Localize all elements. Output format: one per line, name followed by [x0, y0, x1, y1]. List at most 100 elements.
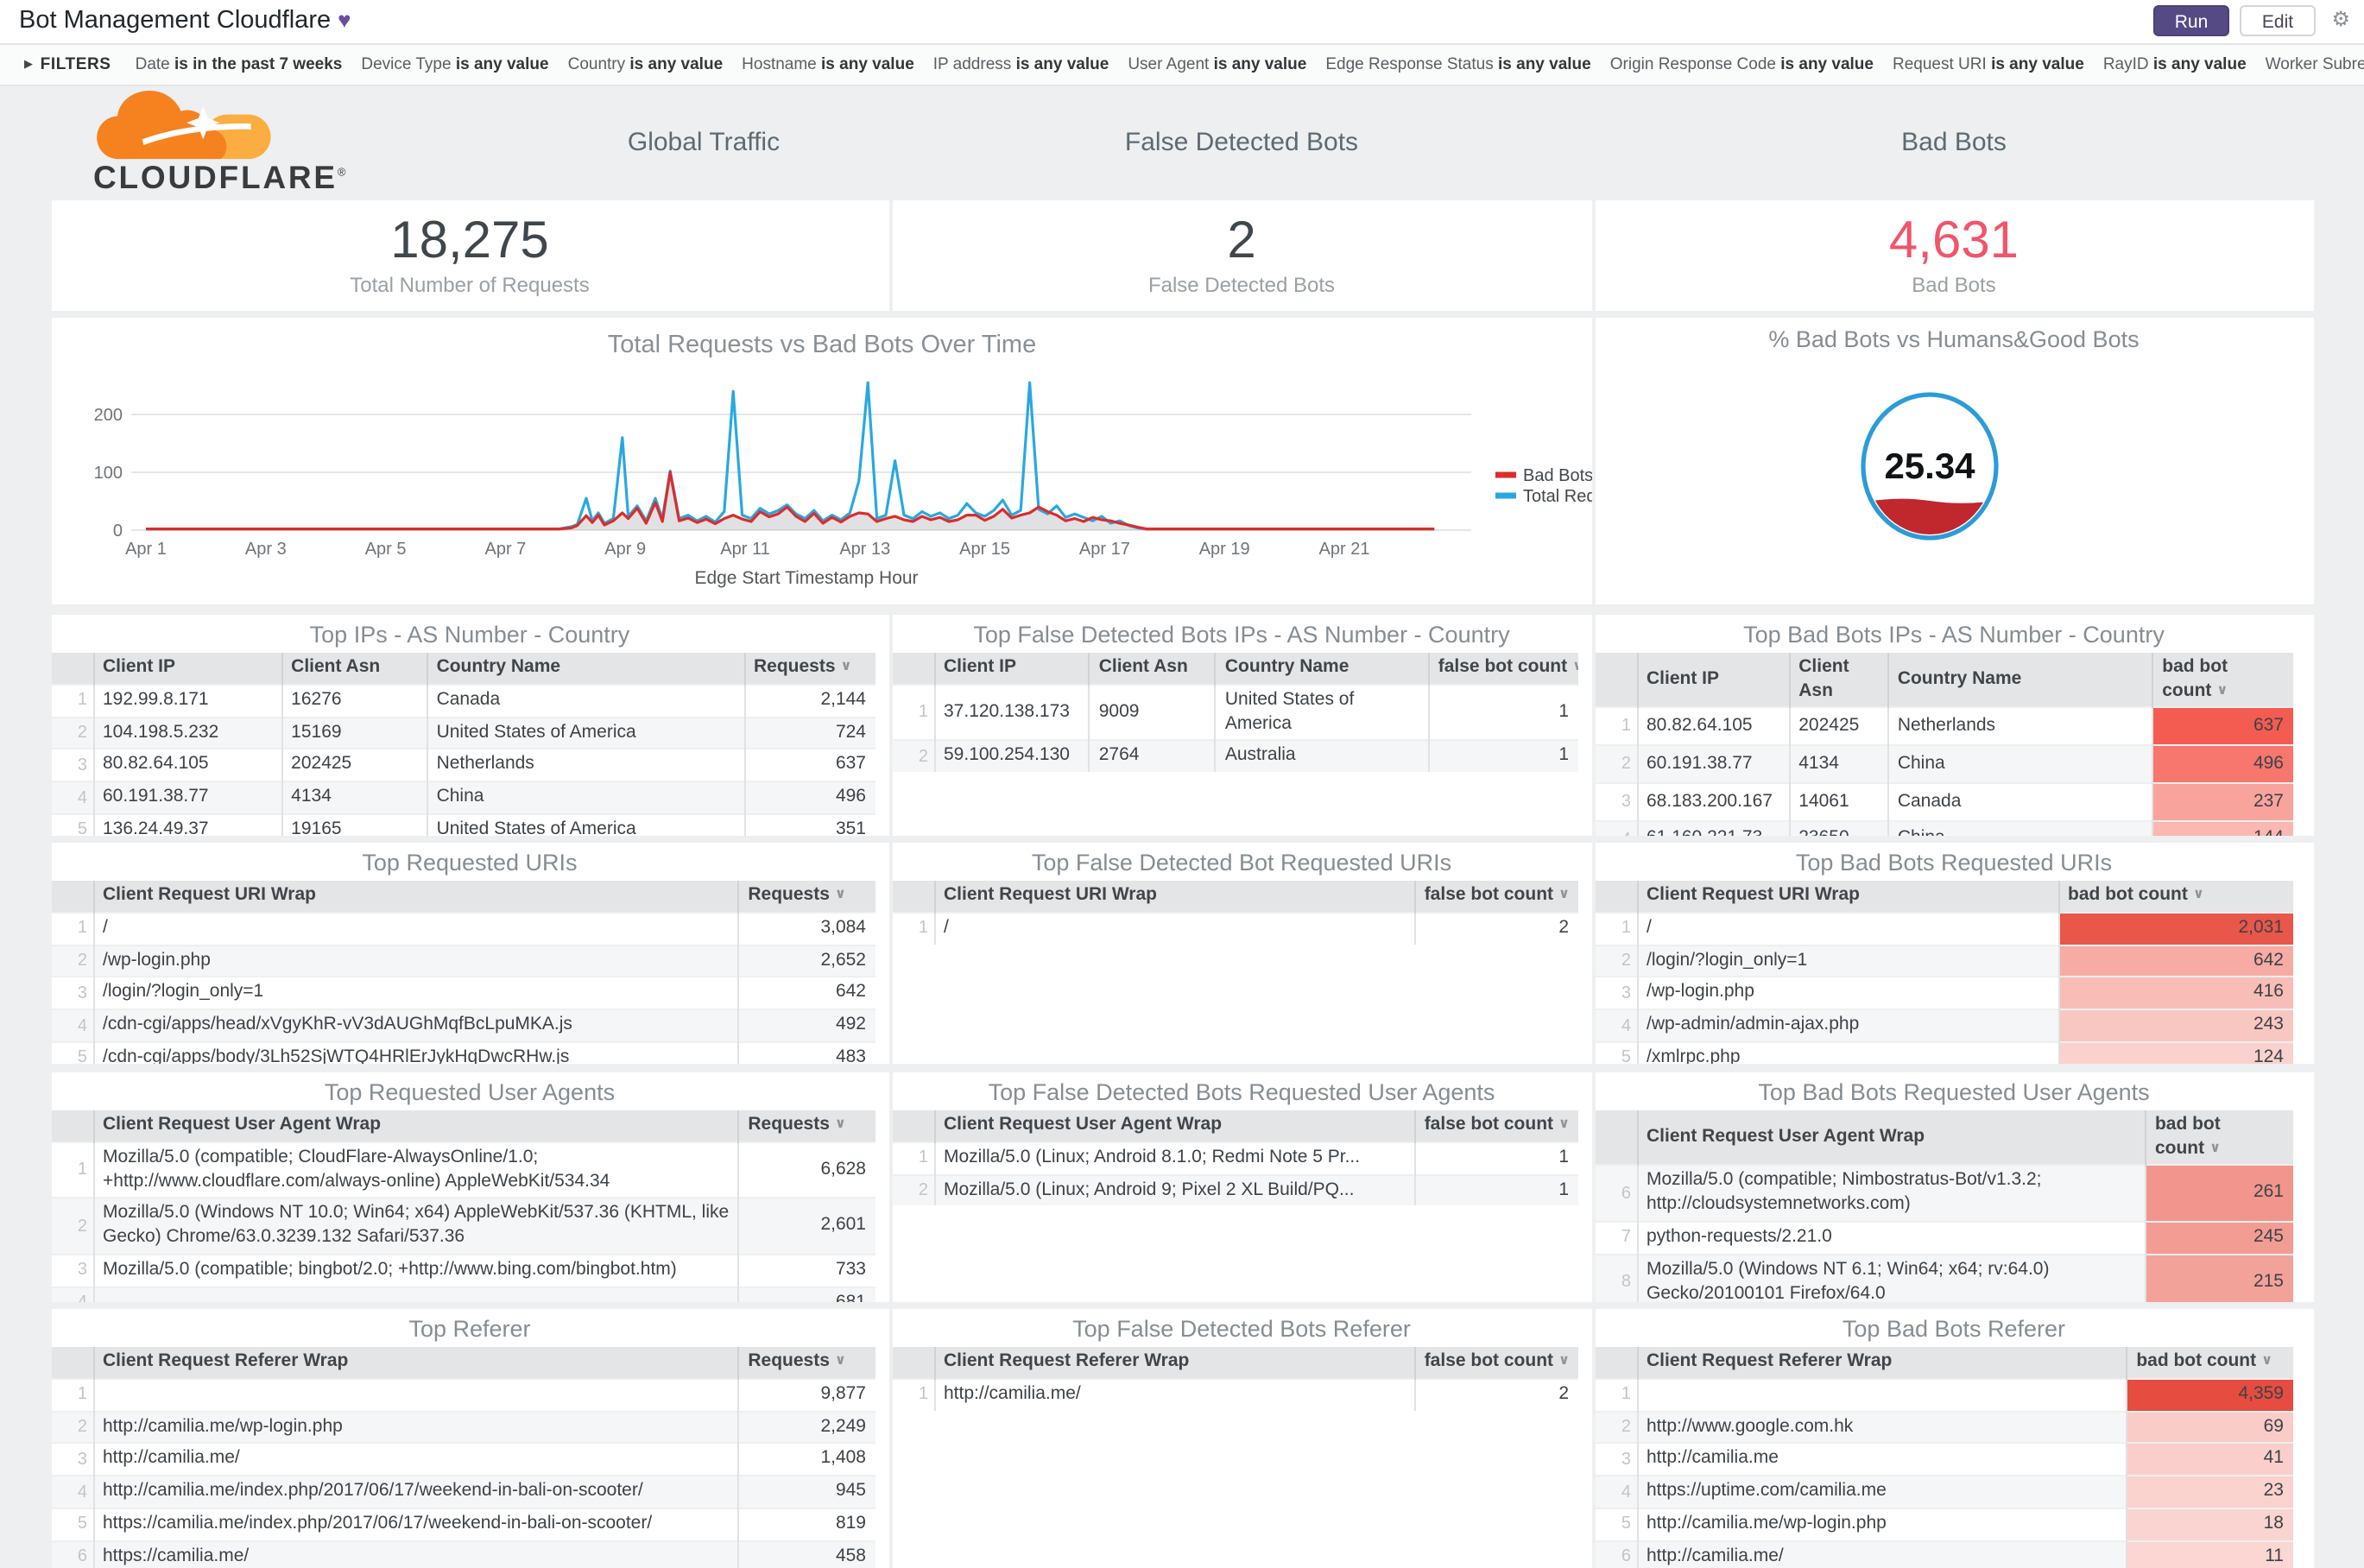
table-row[interactable]: 4 http://camilia.me/index.php/2017/06/17/…: [51, 1475, 875, 1509]
kpi-total-requests[interactable]: 18,275 Total Number of Requests: [51, 200, 888, 311]
column-header[interactable]: Requests ∨: [743, 653, 875, 685]
column-header[interactable]: false bot count∨: [1427, 653, 1577, 685]
table-row[interactable]: 6 Mozilla/5.0 (compatible; Nimbostratus-B…: [1595, 1164, 2292, 1222]
table-row[interactable]: 6 https://camilia.me/458: [51, 1540, 875, 1568]
column-header[interactable]: false bot count∨: [1413, 1347, 1577, 1379]
gear-icon[interactable]: ⚙: [2331, 7, 2350, 31]
table-row[interactable]: 4 681: [51, 1286, 875, 1302]
table-row[interactable]: 1/3,084: [51, 911, 875, 945]
table-row[interactable]: 3/wp-login.php 416: [1595, 976, 2292, 1010]
table-row[interactable]: 8 Mozilla/5.0 (Windows NT 6.1; Win64; x64…: [1595, 1253, 2292, 1302]
table-row[interactable]: 2 60.191.38.77 4134 China 496: [1595, 744, 2292, 783]
filter-item[interactable]: Origin Response Code is any value: [1610, 55, 1874, 74]
cell: 192.99.8.171: [92, 683, 282, 717]
table-row[interactable]: 5 136.24.49.37 19165 United States of Ameri…: [51, 813, 875, 836]
table-row[interactable]: 1/2: [892, 911, 1577, 944]
cell: 4134: [281, 781, 427, 815]
filter-item[interactable]: Country is any value: [568, 55, 724, 74]
column-header[interactable]: Requests ∨: [737, 881, 875, 913]
column-header[interactable]: false bot count∨: [1413, 1110, 1577, 1142]
table-row[interactable]: 4/wp-admin/admin-ajax.php 243: [1595, 1008, 2292, 1043]
table-top-referer[interactable]: Top Referer Client Request Referer Wrap Re…: [51, 1309, 888, 1568]
filter-item[interactable]: Edge Response Status is any value: [1325, 55, 1590, 74]
table-row[interactable]: 2 104.198.5.232 15169 United States of Amer…: [51, 716, 875, 749]
table-top-requested-user-agents[interactable]: Top Requested User Agents Client Request …: [51, 1072, 888, 1302]
filters-toggle[interactable]: ▶ FILTERS: [24, 55, 111, 74]
table-top-bad-bots-referer[interactable]: Top Bad Bots Referer Client Request Refer…: [1595, 1309, 2313, 1568]
filter-item[interactable]: Worker Subrequest is...: [2266, 55, 2364, 74]
table-row[interactable]: 5 https://camilia.me/index.php/2017/06/17…: [51, 1508, 875, 1541]
kpi-bad-bots[interactable]: 4,631 Bad Bots: [1595, 200, 2313, 311]
table-row[interactable]: 2 Mozilla/5.0 (Linux; Android 9; Pixel 2 …: [892, 1173, 1577, 1206]
filter-item[interactable]: Date is in the past 7 weeks: [136, 55, 343, 74]
table-row[interactable]: 2/wp-login.php 2,652: [51, 944, 875, 977]
table-row[interactable]: 1 Mozilla/5.0 (compatible; CloudFlare-Alw…: [51, 1141, 875, 1198]
table-row[interactable]: 1 http://camilia.me/2: [892, 1377, 1577, 1410]
table-row[interactable]: 1/2,031: [1595, 911, 2292, 945]
column-header[interactable]: false bot count∨: [1413, 881, 1577, 913]
row-number: 6: [1595, 1540, 1637, 1568]
cell: 458: [737, 1540, 875, 1568]
filter-item[interactable]: Request URI is any value: [1893, 55, 2084, 74]
table-row[interactable]: 3 http://camilia.me 41: [1595, 1442, 2292, 1476]
table-row[interactable]: 5/cdn-cgi/apps/body/3Lh52SjWTQ4HRlErJykH…: [51, 1041, 875, 1064]
table-top-ips[interactable]: Top IPs - AS Number - Country Client IP Cl…: [51, 615, 888, 836]
table-row[interactable]: 2/login/?login_only=1 642: [1595, 944, 2292, 977]
run-button[interactable]: Run: [2153, 5, 2229, 36]
table-row[interactable]: 7 python-requests/2.21.0 245: [1595, 1221, 2292, 1255]
cell: 819: [737, 1508, 875, 1541]
table-row[interactable]: 4 https://uptime.com/camilia.me 23: [1595, 1475, 2292, 1509]
row-number: 4: [1595, 1008, 1637, 1043]
cell: http://camilia.me/wp-login.php: [1636, 1508, 2127, 1541]
table-row[interactable]: 3 80.82.64.105 202425 Netherlands 637: [51, 748, 875, 782]
filter-item[interactable]: IP address is any value: [933, 55, 1109, 74]
table-top-requested-uris[interactable]: Top Requested URIs Client Request URI Wra…: [51, 843, 888, 1064]
table-row[interactable]: 4/cdn-cgi/apps/head/xVgyKhR-vV3dAUGhMqfB…: [51, 1008, 875, 1043]
table-row[interactable]: 1 37.120.138.173 9009 United States of Amer…: [892, 683, 1577, 741]
table-top-bad-bots-ips[interactable]: Top Bad Bots IPs - AS Number - Country Cl…: [1595, 615, 2313, 836]
filter-item[interactable]: User Agent is any value: [1128, 55, 1306, 74]
table-top-false-detected-bots-requested-user-agents[interactable]: Top False Detected Bots Requested User A…: [892, 1072, 1591, 1302]
table-row[interactable]: 5/xmlrpc.php 124: [1595, 1041, 2292, 1064]
table-row[interactable]: 1 Mozilla/5.0 (Linux; Android 8.1.0; Redm…: [892, 1141, 1577, 1174]
table-row[interactable]: 1 4,359: [1595, 1377, 2292, 1411]
table-row[interactable]: 461.160.221.7323650China144: [1595, 819, 2292, 836]
cell: /login/?login_only=1: [1635, 944, 2059, 977]
edit-button[interactable]: Edit: [2240, 5, 2316, 36]
table-row[interactable]: 5 http://camilia.me/wp-login.php 18: [1595, 1508, 2292, 1541]
column-header[interactable]: Requests ∨: [737, 1110, 875, 1142]
table-row[interactable]: 3/login/?login_only=1 642: [51, 976, 875, 1010]
table-row[interactable]: 1 192.99.8.171 16276 Canada 2,144: [51, 683, 875, 717]
table-row[interactable]: 1 9,877: [51, 1377, 875, 1411]
table-row[interactable]: 6 http://camilia.me/11: [1595, 1540, 2292, 1568]
cell: /: [1635, 911, 2059, 945]
filter-item[interactable]: RayID is any value: [2103, 55, 2247, 74]
table-row[interactable]: 4 60.191.38.77 4134 China 496: [51, 781, 875, 815]
table-row[interactable]: 3 Mozilla/5.0 (compatible; bingbot/2.0; +…: [51, 1254, 875, 1287]
table-top-false-detected-bots-ips[interactable]: Top False Detected Bots IPs - AS Number …: [892, 615, 1591, 836]
timeseries-chart-tile[interactable]: 0 100 200 Apr 1 Apr 3 Apr 5 Apr 7 Apr 9 Apr 11 Ap…: [51, 318, 1591, 604]
table-row[interactable]: 2 http://www.google.com.hk 69: [1595, 1410, 2292, 1444]
column-header[interactable]: bad bot count ∨: [2126, 1347, 2292, 1379]
column-header[interactable]: bad bot count ∨: [2144, 1110, 2292, 1166]
table-row[interactable]: 3 http://camilia.me/1,408: [51, 1442, 875, 1476]
cell: 144: [2152, 819, 2292, 836]
table-top-bad-bots-requested-uris[interactable]: Top Bad Bots Requested URIs Client Reques…: [1595, 843, 2313, 1064]
filter-item[interactable]: Hostname is any value: [742, 55, 914, 74]
filter-item[interactable]: Device Type is any value: [361, 55, 548, 74]
table-row[interactable]: 3 68.183.200.167 14061 Canada 237: [1595, 782, 2292, 821]
gauge-tile[interactable]: % Bad Bots vs Humans&Good Bots 25.34: [1595, 318, 2313, 604]
cell: https://camilia.me/: [92, 1540, 739, 1568]
table-top-bad-bots-requested-user-agents[interactable]: Top Bad Bots Requested User Agents Client…: [1595, 1072, 2313, 1302]
column-header[interactable]: Requests ∨: [737, 1347, 875, 1379]
table-row[interactable]: 1 80.82.64.105 202425 Netherlands 637: [1595, 706, 2292, 746]
table-row[interactable]: 2 Mozilla/5.0 (Windows NT 10.0; Win64; x6…: [51, 1197, 875, 1255]
table-row[interactable]: 2 http://camilia.me/wp-login.php 2,249: [51, 1410, 875, 1444]
table-top-false-detected-bots-referer[interactable]: Top False Detected Bots Referer Client Re…: [892, 1309, 1591, 1568]
column-header[interactable]: bad bot count ∨: [2057, 881, 2292, 913]
svg-text:Apr 19: Apr 19: [1198, 540, 1249, 559]
column-header[interactable]: bad bot count ∨: [2152, 653, 2292, 708]
table-top-false-detected-bot-requested-uris[interactable]: Top False Detected Bot Requested URIs Cli…: [892, 843, 1591, 1064]
table-row[interactable]: 2 59.100.254.130 2764 Australia 1: [892, 739, 1577, 773]
kpi-false-detected-bots[interactable]: 2 False Detected Bots: [892, 200, 1591, 311]
